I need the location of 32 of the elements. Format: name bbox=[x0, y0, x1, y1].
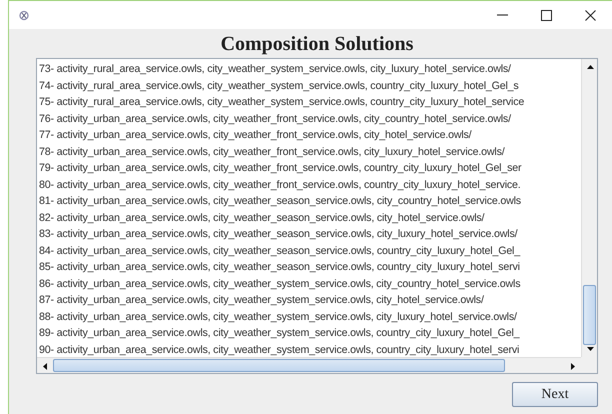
solution-line: 89- activity_urban_area_service.owls, city_weather_system_service.owls, country_city_luxury_hotel_Gel_ bbox=[39, 326, 521, 341]
solution-line: 79- activity_urban_area_service.owls, city_weather_front_service.owls, country_city_luxury_hotel_Gel_ser bbox=[39, 161, 522, 176]
up-arrow-icon[interactable] bbox=[586, 65, 594, 69]
app-icon bbox=[19, 10, 29, 20]
solution-line: 76- activity_urban_area_service.owls, city_weather_front_service.owls, city_country_hotel_service.owls/ bbox=[39, 112, 512, 126]
solution-line: 73- activity_rural_area_service.owls, city_weather_system_service.owls, city_luxury_hotel_service.owls/ bbox=[39, 62, 512, 77]
solution-line: 75- activity_rural_area_service.owls, city_weather_system_service.owls, country_city_luxury_hotel_service bbox=[39, 95, 526, 110]
solution-line: 74- activity_rural_area_service.owls, city_weather_system_service.owls, country_city_luxury_hotel_Gel_s bbox=[39, 78, 520, 94]
horizontal-scrollbar[interactable] bbox=[37, 357, 581, 373]
minimize-icon[interactable] bbox=[496, 14, 508, 16]
solution-line: 87- activity_urban_area_service.owls, city_weather_system_service.owls, city_hotel_service.owls/ bbox=[39, 293, 485, 308]
solution-line: 82- activity_urban_area_service.owls, city_weather_season_service.owls, city_hotel_service.owls/ bbox=[39, 210, 486, 226]
solution-line: 86- activity_urban_area_service.owls, city_weather_system_service.owls, city_country_hotel_service.owls bbox=[39, 276, 522, 292]
vertical-scrollbar[interactable] bbox=[581, 59, 597, 357]
left-arrow-icon[interactable] bbox=[43, 362, 47, 370]
solution-line: 85- activity_urban_area_service.owls, city_weather_season_service.owls, country_city_luxury_hotel_servi bbox=[39, 260, 521, 275]
next-button[interactable]: Next bbox=[512, 382, 598, 407]
close-icon[interactable] bbox=[584, 10, 596, 20]
right-arrow-icon[interactable] bbox=[571, 362, 575, 370]
solution-line: 77- activity_urban_area_service.owls, city_weather_front_service.owls, city_hotel_service.owls/ bbox=[39, 128, 472, 143]
solution-line: 78- activity_urban_area_service.owls, city_weather_front_service.owls, city_luxury_hotel_service.owls/ bbox=[39, 144, 506, 160]
solution-line: 84- activity_urban_area_service.owls, city_weather_season_service.owls, country_city_luxury_hotel_Gel_ bbox=[39, 244, 522, 258]
solution-line: 83- activity_urban_area_service.owls, city_weather_season_service.owls, city_luxury_hotel_service.owls/ bbox=[39, 227, 518, 242]
solution-line: 81- activity_urban_area_service.owls, city_weather_season_service.owls, city_country_hotel_service.owls bbox=[39, 194, 522, 209]
solution-line: 88- activity_urban_area_service.owls, city_weather_system_service.owls, city_luxury_hotel_service.owls/ bbox=[39, 310, 518, 324]
solution-line: 90- activity_urban_area_service.owls, city_weather_system_service.owls, country_city_luxury_hotel_servi bbox=[39, 342, 520, 357]
scroll-thumb[interactable] bbox=[53, 359, 505, 372]
dialog-heading: Composition Solutions bbox=[220, 33, 414, 56]
maximize-icon[interactable] bbox=[540, 10, 552, 20]
down-arrow-icon[interactable] bbox=[586, 347, 594, 351]
solution-line: 80- activity_urban_area_service.owls, city_weather_front_service.owls, country_city_luxury_hotel_service. bbox=[39, 178, 522, 192]
scroll-thumb[interactable] bbox=[583, 285, 596, 345]
